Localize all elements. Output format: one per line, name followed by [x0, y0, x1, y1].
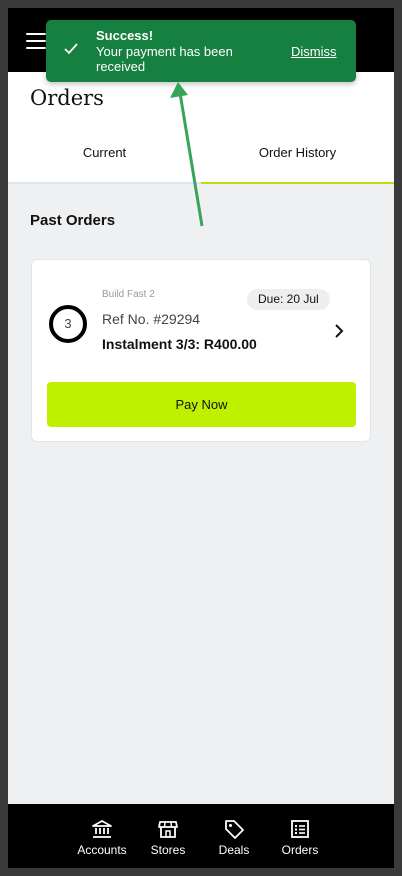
pay-now-button[interactable]: Pay Now [47, 382, 356, 427]
instalment-amount: Instalment 3/3: R400.00 [102, 336, 257, 352]
menu-icon[interactable] [26, 33, 46, 49]
nav-label: Stores [150, 843, 186, 857]
order-card[interactable]: 3 Build Fast 2 Due: 20 Jul Ref No. #2929… [31, 259, 371, 442]
store-name: Build Fast 2 [102, 289, 155, 300]
instalment-circle: 3 [49, 305, 87, 343]
nav-accounts[interactable]: Accounts [70, 804, 134, 868]
nav-label: Accounts [77, 843, 127, 857]
check-icon [64, 43, 78, 55]
success-toast: Success! Your payment has been received … [46, 20, 356, 82]
bottom-nav: Accounts Stores Deals Orders [8, 804, 394, 868]
nav-stores[interactable]: Stores [144, 804, 192, 868]
page-title: Orders [30, 86, 104, 110]
nav-orders[interactable]: Orders [274, 804, 326, 868]
app-frame: Orders Current Order History Past Orders… [8, 8, 394, 868]
toast-title: Success! [96, 28, 154, 43]
tab-order-history[interactable]: Order History [201, 136, 394, 184]
store-icon [158, 821, 178, 838]
toast-message: Your payment has been received [96, 44, 233, 74]
nav-label: Deals [218, 843, 250, 857]
order-ref: Ref No. #29294 [102, 311, 201, 327]
nav-label: Orders [281, 843, 319, 857]
section-title: Past Orders [30, 212, 116, 229]
page-header: Orders Current Order History [8, 72, 394, 184]
chevron-right-icon[interactable] [332, 323, 346, 339]
list-icon [291, 820, 309, 838]
tab-bar: Current Order History [8, 136, 394, 184]
dismiss-link[interactable]: Dismiss [291, 44, 337, 59]
nav-deals[interactable]: Deals [212, 804, 256, 868]
tab-current[interactable]: Current [8, 136, 201, 184]
bank-icon [92, 820, 112, 838]
due-badge: Due: 20 Jul [247, 289, 330, 310]
tag-icon [225, 820, 244, 839]
